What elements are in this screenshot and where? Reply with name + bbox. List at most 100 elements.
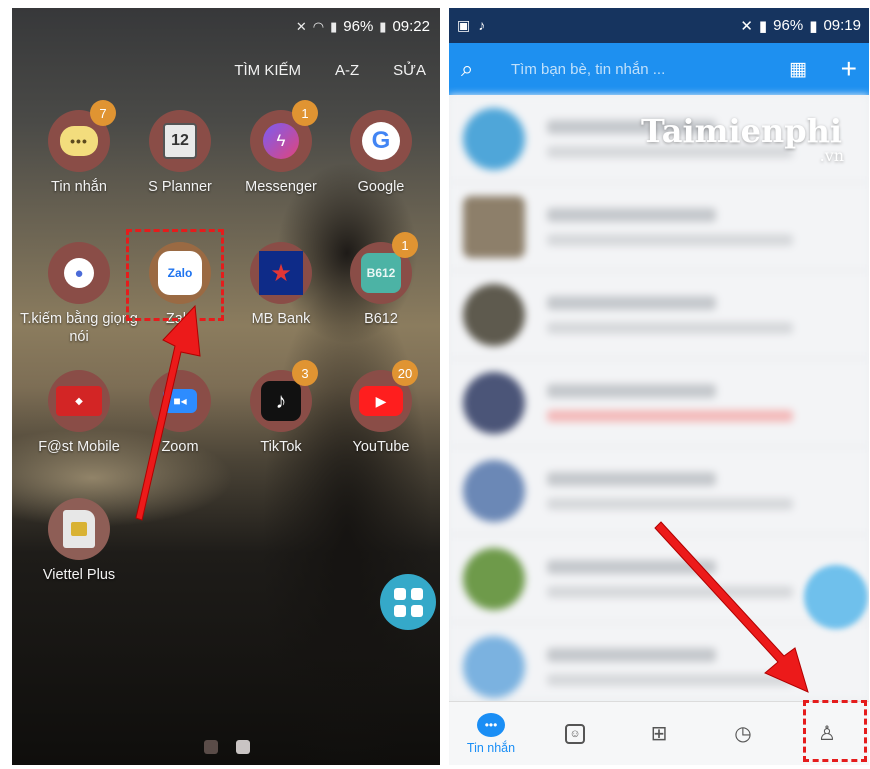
profile-highlight-box <box>803 700 867 762</box>
avatar <box>463 195 525 258</box>
avatar <box>463 635 525 698</box>
app-label: Tin nhắn <box>51 179 107 195</box>
search-link[interactable]: TÌM KIẾM <box>234 62 301 79</box>
app-icon-bg: ◆ <box>48 370 110 432</box>
avatar <box>463 459 525 522</box>
notification-badge: 3 <box>292 360 318 386</box>
app-zoom[interactable]: ■◂ Zoom <box>125 370 235 456</box>
avatar <box>463 283 525 346</box>
page-indicator-active[interactable] <box>236 740 250 754</box>
calendar-icon: 12 <box>163 123 197 159</box>
tab-label: Tin nhắn <box>466 740 516 755</box>
b612-icon: B612 <box>361 253 401 293</box>
notification-badge: 7 <box>90 100 116 126</box>
sort-az-link[interactable]: A-Z <box>335 62 359 79</box>
messages-icon: ••• <box>60 126 98 156</box>
list-item[interactable] <box>449 359 869 447</box>
app-drawer-button[interactable] <box>380 574 436 630</box>
mute-icon: ✕ <box>740 17 753 35</box>
app-icon-bg: G <box>350 110 412 172</box>
battery-icon: ▮ <box>809 17 818 35</box>
tiktok-icon: ♪ <box>261 381 301 421</box>
tiktok-notification-icon: ♪ <box>478 17 486 33</box>
fast-mobile-icon: ◆ <box>56 386 102 416</box>
app-fast-mobile[interactable]: ◆ F@st Mobile <box>20 370 138 456</box>
search-icon[interactable]: ⌕ <box>461 56 495 82</box>
notification-badge: 20 <box>392 360 418 386</box>
app-label: Viettel Plus <box>42 567 116 583</box>
app-icon-bg: ■◂ <box>149 370 211 432</box>
grid-cell <box>410 587 423 600</box>
zalo-highlight-box <box>126 229 224 321</box>
app-label: YouTube <box>352 439 410 455</box>
watermark-logo: Taimienphi .vn <box>641 112 844 165</box>
watermark-main: Taimienphi <box>641 112 843 150</box>
launcher-menu: TÌM KIẾM A-Z SỬA <box>234 62 426 79</box>
app-s-planner[interactable]: 12 S Planner <box>125 110 235 196</box>
notification-badge: 1 <box>392 232 418 258</box>
app-voice-search[interactable]: ● T.kiếm bằng giọng nói <box>18 242 140 346</box>
youtube-icon: ▶ <box>359 386 403 416</box>
app-icon-bg: B612 1 <box>350 232 418 304</box>
list-item[interactable] <box>449 623 869 699</box>
sim-card-icon <box>63 510 95 548</box>
tab-discover[interactable]: ⊞ <box>617 702 701 765</box>
app-tin-nhan[interactable]: ••• 7 Tin nhắn <box>24 100 134 196</box>
app-messenger[interactable]: ϟ 1 Messenger <box>226 100 336 196</box>
app-mb-bank[interactable]: ★ MB Bank <box>226 242 336 328</box>
zoom-icon: ■◂ <box>163 389 197 413</box>
list-item[interactable] <box>449 183 869 271</box>
notification-icon: ▣ <box>457 17 471 33</box>
app-label: T.kiếm bằng giọng nói <box>20 311 138 345</box>
app-tiktok[interactable]: ♪ 3 TikTok <box>226 360 336 456</box>
add-icon[interactable]: + <box>823 53 857 85</box>
avatar <box>463 107 525 170</box>
chat-bubble-icon: ••• <box>477 712 505 737</box>
watermark-domain: .vn <box>819 146 845 165</box>
battery-icon: ▮ <box>379 18 387 34</box>
tab-contacts[interactable]: ☺ <box>533 702 617 765</box>
app-label: MB Bank <box>251 311 311 327</box>
list-item[interactable] <box>449 447 869 535</box>
page-indicator[interactable] <box>204 740 218 754</box>
grid-cell <box>393 604 406 617</box>
signal-icon: ▮ <box>330 18 338 34</box>
battery-percent: 96% <box>343 18 374 35</box>
app-viettel-plus[interactable]: Viettel Plus <box>18 498 140 584</box>
clock-time: 09:19 <box>823 16 861 34</box>
qr-scan-icon[interactable]: ▦ <box>773 58 823 81</box>
mb-bank-icon: ★ <box>259 251 303 295</box>
app-youtube[interactable]: ▶ 20 YouTube <box>326 360 436 456</box>
mute-icon: ✕ <box>295 18 307 34</box>
app-icon-bg: ▶ 20 <box>350 360 418 432</box>
app-icon-bg: ★ <box>250 242 312 304</box>
app-icon-bg: 12 <box>149 110 211 172</box>
app-b612[interactable]: B612 1 B612 <box>326 232 436 328</box>
home-screen: ✕ ◠ ▮ 96% ▮ 09:22 TÌM KIẾM A-Z SỬA ••• 7… <box>12 8 440 765</box>
tab-messages[interactable]: ••• Tin nhắn <box>449 702 533 765</box>
app-label: Google <box>357 179 405 195</box>
app-google[interactable]: G Google <box>326 110 436 196</box>
grid-icon: ⊞ <box>650 722 668 745</box>
list-item[interactable] <box>449 271 869 359</box>
grid-cell <box>410 604 423 617</box>
wifi-icon: ◠ <box>312 18 325 34</box>
avatar <box>463 547 525 610</box>
google-icon: G <box>362 122 400 160</box>
search-bar: ⌕ Tìm bạn bè, tin nhắn ... ▦ + <box>449 43 869 95</box>
edit-link[interactable]: SỬA <box>393 62 426 79</box>
app-label: B612 <box>364 311 398 327</box>
status-bar: ✕ ◠ ▮ 96% ▮ 09:22 <box>296 18 430 35</box>
app-label: S Planner <box>148 179 212 195</box>
app-label: F@st Mobile <box>38 439 120 455</box>
search-input[interactable]: Tìm bạn bè, tin nhắn ... <box>495 61 773 78</box>
avatar <box>463 371 525 434</box>
app-icon-bg: ♪ 3 <box>250 360 318 432</box>
signal-icon: ▮ <box>758 17 768 35</box>
new-message-fab[interactable] <box>804 565 868 629</box>
microphone-icon: ● <box>64 258 94 288</box>
app-label: Zoom <box>161 439 199 455</box>
zalo-screen: ▣ ♪ ✕ ▮ 96% ▮ 09:19 ⌕ Tìm bạn bè, tin nh… <box>449 8 869 765</box>
clock-time: 09:22 <box>392 18 430 35</box>
tab-timeline[interactable]: ◷ <box>701 702 785 765</box>
